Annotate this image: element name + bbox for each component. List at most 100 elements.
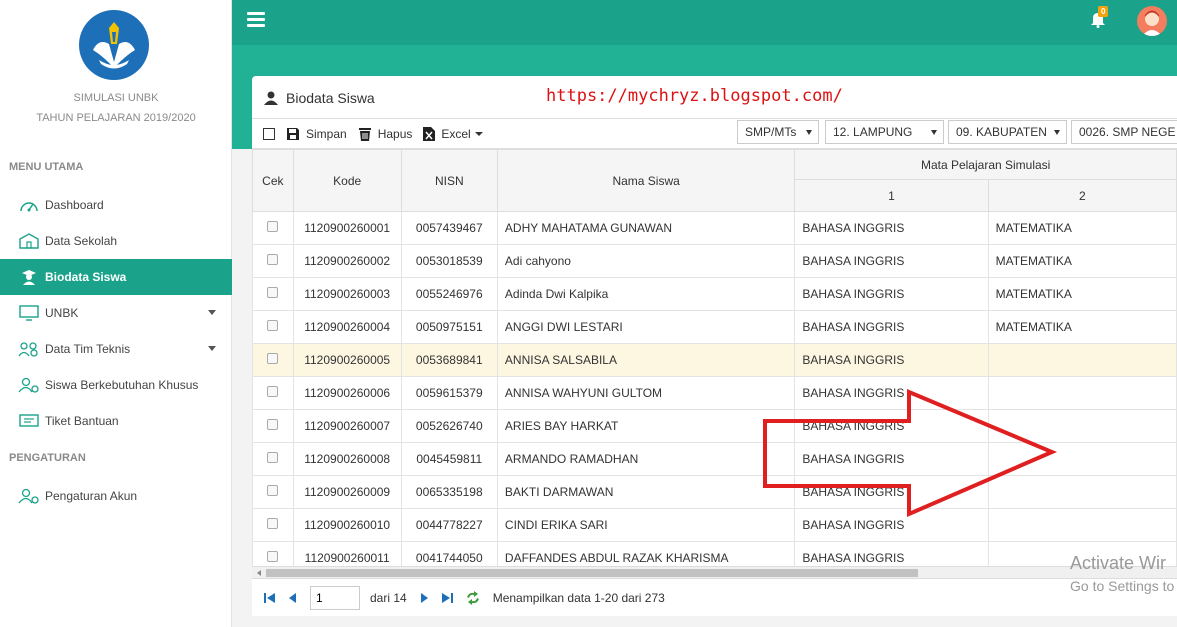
- cell-mapel-1: BAHASA INGGRIS: [794, 541, 989, 566]
- row-checkbox[interactable]: [252, 343, 294, 377]
- menu-toggle-icon[interactable]: [247, 12, 265, 28]
- row-checkbox-box[interactable]: [267, 320, 279, 331]
- cell-nisn: 0053689841: [400, 343, 498, 377]
- province-select[interactable]: 12. LAMPUNG: [825, 120, 944, 144]
- row-checkbox-box[interactable]: [267, 353, 279, 364]
- level-select[interactable]: SMP/MTs: [737, 120, 819, 144]
- cell-kode: 1120900260007: [292, 409, 402, 443]
- sidebar-item-label: UNBK: [45, 306, 79, 320]
- header-nama-siswa[interactable]: Nama Siswa: [496, 149, 796, 212]
- cell-nisn: 0057439467: [400, 211, 498, 245]
- user-gear-icon: [18, 376, 40, 394]
- row-checkbox-box[interactable]: [267, 518, 279, 529]
- table-row[interactable]: 1120900260011 0041744050 DAFFANDES ABDUL R…: [252, 541, 1177, 566]
- scrollbar-thumb[interactable]: [266, 569, 918, 577]
- save-label: Simpan: [306, 126, 347, 141]
- refresh-icon[interactable]: [465, 590, 481, 605]
- row-checkbox[interactable]: [252, 409, 294, 443]
- prev-page-icon[interactable]: [288, 592, 298, 604]
- header-kode[interactable]: Kode: [292, 149, 402, 212]
- cell-nama-siswa: ARIES BAY HARKAT: [496, 409, 796, 443]
- red-arrow-annotation: [763, 388, 1058, 518]
- sidebar-item-data-sekolah[interactable]: Data Sekolah: [0, 223, 232, 259]
- row-checkbox-box[interactable]: [267, 452, 279, 463]
- table-row[interactable]: 1120900260004 0050975151 ANGGI DWI LESTARI…: [252, 310, 1177, 344]
- row-checkbox-box[interactable]: [267, 485, 279, 496]
- url-overlay: https://mychryz.blogspot.com/: [546, 86, 843, 106]
- panel-title-text: Biodata Siswa: [286, 90, 375, 106]
- chevron-down-icon: [806, 130, 812, 135]
- sidebar-item-pengaturan-akun[interactable]: Pengaturan Akun: [0, 478, 232, 514]
- ticket-icon: [18, 412, 40, 430]
- row-checkbox-box[interactable]: [267, 386, 279, 397]
- row-checkbox[interactable]: [252, 277, 294, 311]
- cell-kode: 1120900260010: [292, 508, 402, 542]
- avatar[interactable]: [1137, 6, 1167, 36]
- row-checkbox-box[interactable]: [267, 419, 279, 430]
- scroll-left-icon[interactable]: [257, 570, 261, 576]
- row-checkbox-box[interactable]: [267, 221, 279, 232]
- cell-kode: 1120900260004: [292, 310, 402, 344]
- cell-nama-siswa: ANNISA SALSABILA: [496, 343, 796, 377]
- horizontal-scrollbar[interactable]: [252, 566, 1177, 578]
- table-row[interactable]: 1120900260001 0057439467 ADHY MAHATAMA GUN…: [252, 211, 1177, 245]
- sidebar-item-unbk[interactable]: UNBK: [0, 295, 232, 331]
- cell-kode: 1120900260011: [292, 541, 402, 566]
- sidebar-item-label: Data Tim Teknis: [45, 342, 131, 356]
- header-nisn[interactable]: NISN: [400, 149, 498, 212]
- cell-kode: 1120900260005: [292, 343, 402, 377]
- sidebar-item-biodata-siswa[interactable]: Biodata Siswa: [0, 259, 232, 295]
- user-gear-icon: [18, 487, 40, 505]
- header-mata-pelajaran: Mata Pelajaran Simulasi: [794, 149, 1177, 180]
- last-page-icon[interactable]: [441, 592, 453, 604]
- first-page-icon[interactable]: [264, 592, 276, 604]
- regency-select[interactable]: 09. KABUPATEN: [948, 120, 1067, 144]
- chevron-down-icon: [208, 346, 216, 351]
- section-menu-utama: MENU UTAMA: [9, 161, 84, 173]
- sidebar-item-label: Siswa Berkebutuhan Khusus: [45, 378, 199, 392]
- sidebar-item-tiket-bantuan[interactable]: Tiket Bantuan: [0, 403, 232, 439]
- page-number-input[interactable]: [310, 585, 360, 610]
- select-all-checkbox[interactable]: [263, 127, 275, 140]
- cell-nama-siswa: ANGGI DWI LESTARI: [496, 310, 796, 344]
- table-row[interactable]: 1120900260005 0053689841 ANNISA SALSABILA B…: [252, 343, 1177, 377]
- cell-nisn: 0065335198: [400, 475, 498, 509]
- row-checkbox[interactable]: [252, 376, 294, 410]
- row-checkbox[interactable]: [252, 244, 294, 278]
- row-checkbox[interactable]: [252, 310, 294, 344]
- next-page-icon[interactable]: [419, 592, 429, 604]
- cell-mapel-1: BAHASA INGGRIS: [794, 244, 989, 278]
- row-checkbox[interactable]: [252, 508, 294, 542]
- row-checkbox-box[interactable]: [267, 287, 279, 298]
- row-checkbox[interactable]: [252, 211, 294, 245]
- row-checkbox-box[interactable]: [267, 254, 279, 265]
- table-row[interactable]: 1120900260002 0053018539 Adi cahyono BAHASA…: [252, 244, 1177, 278]
- cell-kode: 1120900260009: [292, 475, 402, 509]
- delete-button[interactable]: Hapus: [358, 127, 412, 141]
- province-select-value: 12. LAMPUNG: [833, 125, 913, 139]
- cell-nisn: 0052626740: [400, 409, 498, 443]
- team-icon: [18, 340, 40, 358]
- save-button[interactable]: Simpan: [286, 127, 347, 141]
- sidebar-item-data-tim-teknis[interactable]: Data Tim Teknis: [0, 331, 232, 367]
- table-row[interactable]: 1120900260003 0055246976 Adinda Dwi Kalpik…: [252, 277, 1177, 311]
- sidebar-item-dashboard[interactable]: Dashboard: [0, 187, 232, 223]
- cell-nisn: 0059615379: [400, 376, 498, 410]
- row-checkbox[interactable]: [252, 475, 294, 509]
- cell-mapel-2: MATEMATIKA: [987, 211, 1177, 245]
- row-checkbox-box[interactable]: [267, 551, 279, 562]
- row-checkbox[interactable]: [252, 442, 294, 476]
- sidebar-item-label: Dashboard: [45, 198, 104, 212]
- pagination-info: Menampilkan data 1-20 dari 273: [492, 590, 665, 605]
- pagination-bar: dari 14 Menampilkan data 1-20 dari 273: [252, 578, 1177, 616]
- cell-mapel-2: MATEMATIKA: [987, 277, 1177, 311]
- cell-mapel-2: MATEMATIKA: [987, 244, 1177, 278]
- page-count: dari 14: [370, 590, 407, 605]
- excel-dropdown-button[interactable]: Excel: [423, 126, 483, 141]
- school-select[interactable]: 0026. SMP NEGE: [1071, 120, 1177, 144]
- header-cek: Cek: [252, 149, 294, 212]
- sidebar-item-siswa-berkebutuhan-khusus[interactable]: Siswa Berkebutuhan Khusus: [0, 367, 232, 403]
- user-icon: [264, 91, 278, 105]
- sidebar-item-label: Tiket Bantuan: [45, 414, 119, 428]
- row-checkbox[interactable]: [252, 541, 294, 566]
